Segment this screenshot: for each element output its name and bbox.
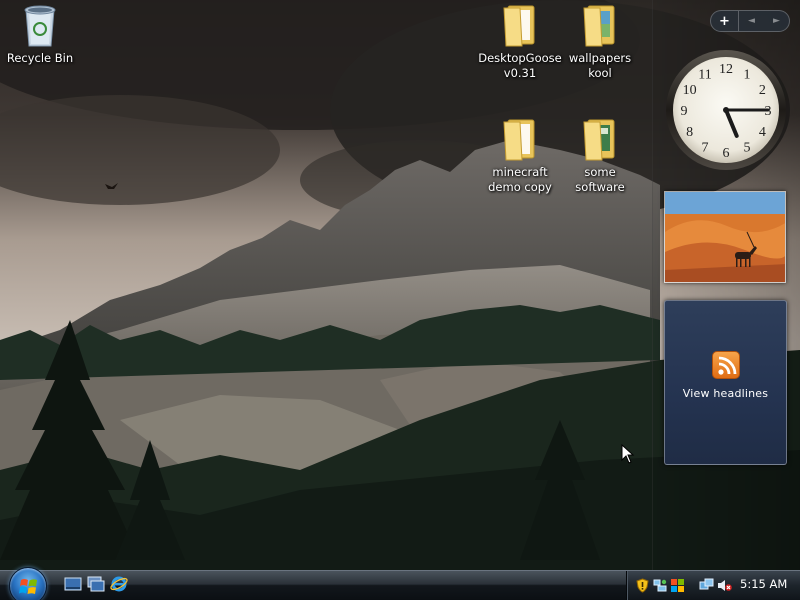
clock-numeral: 8 xyxy=(686,125,693,140)
folder-icon xyxy=(500,2,540,48)
folder-icon xyxy=(580,2,620,48)
next-page-button[interactable]: ► xyxy=(764,11,789,31)
clock-numeral: 2 xyxy=(759,83,766,98)
clock-numeral: 5 xyxy=(744,140,751,155)
network-connection-icon[interactable] xyxy=(699,578,714,593)
desktop-icon-minecraft-demo[interactable]: minecraft demo copy xyxy=(478,116,562,195)
clock-numeral: 10 xyxy=(683,83,697,98)
network-icon[interactable] xyxy=(653,578,668,593)
view-headlines-link[interactable]: View headlines xyxy=(665,387,786,400)
desert-photo xyxy=(665,192,785,282)
desktop-icon-some-software[interactable]: some software xyxy=(558,116,642,195)
windows-update-icon[interactable] xyxy=(670,578,685,593)
internet-explorer-icon[interactable] xyxy=(110,575,128,593)
windows-logo-icon xyxy=(19,579,37,594)
desktop-icon-wallpapers-kool[interactable]: wallpapers kool xyxy=(558,2,642,81)
add-gadget-button[interactable]: + xyxy=(711,11,739,31)
clock-numeral: 1 xyxy=(744,68,751,83)
recycle-bin-icon xyxy=(20,2,60,48)
clock-numeral: 12 xyxy=(719,62,733,77)
clock-numeral: 4 xyxy=(759,125,766,140)
start-button[interactable] xyxy=(9,567,47,600)
volume-muted-icon[interactable] xyxy=(717,578,732,593)
folder-icon xyxy=(580,116,620,162)
clock-numeral: 7 xyxy=(702,140,709,155)
slideshow-gadget[interactable] xyxy=(664,191,786,283)
clock-numeral: 6 xyxy=(723,146,730,161)
clock-numeral: 9 xyxy=(681,104,688,119)
desktop-icon-recycle-bin[interactable]: Recycle Bin xyxy=(0,2,82,66)
switch-windows-icon[interactable] xyxy=(87,575,105,593)
desktop-icon-label: wallpapers kool xyxy=(568,51,632,80)
desktop-icon-label: minecraft demo copy xyxy=(488,165,552,194)
sidebar-controls: + ◄ ► xyxy=(710,10,790,32)
clock-numeral: 11 xyxy=(698,68,711,83)
desktop-icon-label: some software xyxy=(575,165,625,194)
desktop-icon-label: DesktopGoose v0.31 xyxy=(478,51,562,80)
security-shield-icon[interactable] xyxy=(635,578,650,593)
clock-gadget[interactable]: 121234567891011 xyxy=(664,48,788,172)
taskbar-clock[interactable]: 5:15 AM xyxy=(740,577,787,591)
rss-icon xyxy=(711,351,740,379)
desktop-icon-label: Recycle Bin xyxy=(6,51,74,65)
analog-clock: 121234567891011 xyxy=(666,50,786,170)
show-desktop-icon[interactable] xyxy=(64,575,82,593)
previous-page-button[interactable]: ◄ xyxy=(739,11,764,31)
desktop-icon-desktopgoose[interactable]: DesktopGoose v0.31 xyxy=(478,2,562,81)
mouse-cursor-icon xyxy=(621,443,635,464)
folder-icon xyxy=(500,116,540,162)
feed-headlines-gadget[interactable]: View headlines xyxy=(664,300,787,465)
